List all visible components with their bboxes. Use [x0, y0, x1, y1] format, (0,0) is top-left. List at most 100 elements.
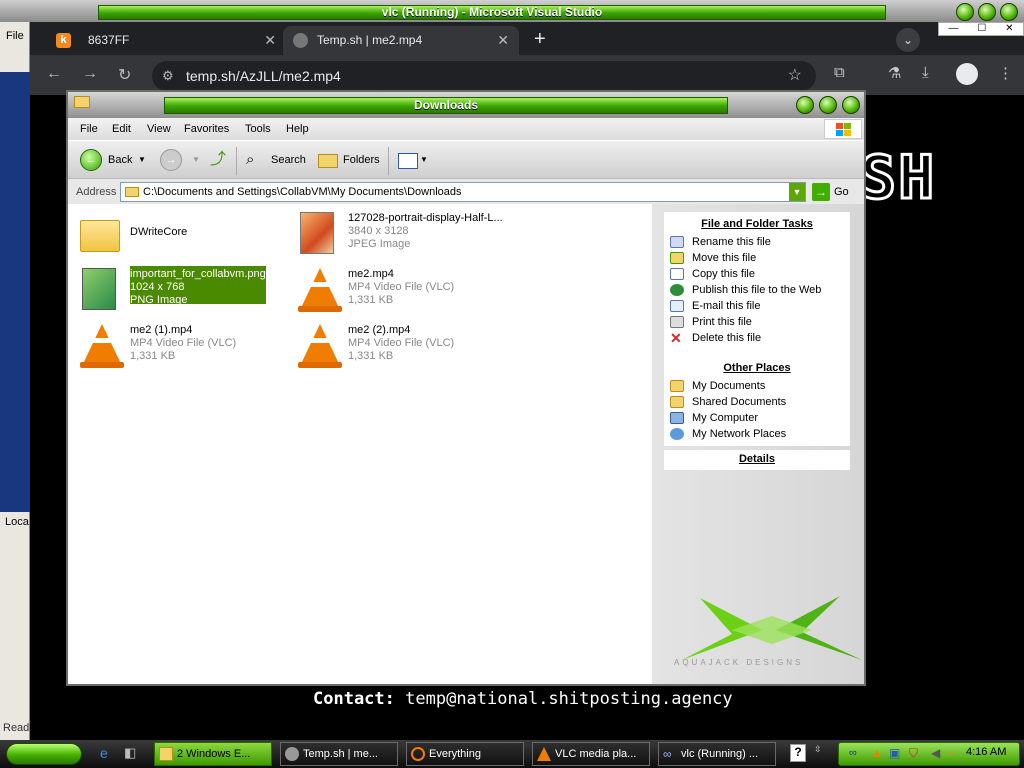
- menu-help[interactable]: Help: [286, 123, 309, 135]
- my-network-places-link[interactable]: My Network Places: [664, 426, 850, 442]
- address-field[interactable]: C:\Documents and Settings\CollabVM\My Do…: [120, 182, 806, 202]
- address-dropdown-icon[interactable]: ▼: [789, 183, 805, 201]
- globe-icon: [670, 284, 684, 296]
- vs-maximize-button[interactable]: [978, 3, 996, 21]
- details-title[interactable]: Details: [664, 450, 850, 465]
- vs-editor-area: [0, 72, 30, 512]
- ie-icon[interactable]: e: [100, 745, 108, 761]
- file-item-me2[interactable]: me2.mp4 MP4 Video File (VLC) 1,331 KB: [288, 264, 498, 314]
- back-dropdown-icon[interactable]: ▼: [138, 150, 146, 170]
- file-item-jpeg[interactable]: 127028-portrait-display-Half-L... 3840 x…: [288, 208, 503, 258]
- taskbar: e ◧ 2 Windows E... Temp.sh | me... Every…: [0, 740, 1024, 768]
- start-button[interactable]: [6, 743, 82, 765]
- security-shield-icon[interactable]: ⛉: [909, 746, 918, 761]
- search-tray-icon[interactable]: ⌕: [949, 746, 956, 761]
- taskbar-vlc[interactable]: VLC media pla...: [532, 742, 650, 766]
- my-computer-link[interactable]: My Computer: [664, 410, 850, 426]
- file-type: MP4 Video File (VLC): [348, 337, 455, 349]
- print-file-link[interactable]: Print this file: [664, 314, 850, 330]
- file-list: DWriteCore 127028-portrait-display-Half-…: [68, 204, 652, 684]
- go-arrow-icon[interactable]: →: [812, 183, 830, 201]
- back-arrow-icon[interactable]: ←: [46, 65, 62, 83]
- extensions-icon[interactable]: ⧉: [834, 64, 845, 81]
- clock[interactable]: 4:16 AM: [966, 746, 1006, 758]
- quicklaunch-icon[interactable]: ◧: [124, 745, 136, 761]
- file-item-me2-1[interactable]: me2 (1).mp4 MP4 Video File (VLC) 1,331 K…: [70, 320, 280, 370]
- vs-close-button[interactable]: [1000, 3, 1018, 21]
- site-info-icon[interactable]: ⚙: [162, 61, 174, 91]
- menu-favorites[interactable]: Favorites: [184, 123, 229, 135]
- taskbar-everything[interactable]: Everything: [406, 742, 524, 766]
- bookmark-star-icon[interactable]: ☆: [788, 61, 802, 91]
- email-file-link[interactable]: E-mail this file: [664, 298, 850, 314]
- profile-avatar[interactable]: [956, 63, 978, 85]
- forward-arrow-icon[interactable]: →: [160, 149, 182, 171]
- menu-view[interactable]: View: [147, 123, 171, 135]
- help-icon[interactable]: ?: [790, 744, 806, 762]
- maximize-icon[interactable]: ☐: [977, 23, 986, 35]
- my-documents-link[interactable]: My Documents: [664, 378, 850, 394]
- copy-file-link[interactable]: Copy this file: [664, 266, 850, 282]
- other-places-title[interactable]: Other Places: [664, 356, 850, 374]
- new-tab-icon[interactable]: +: [534, 26, 546, 52]
- file-name: me2 (2).mp4: [348, 324, 411, 336]
- address-bar[interactable]: ⚙ temp.sh/AzJLL/me2.mp4 ☆: [152, 61, 816, 91]
- close-tab-icon[interactable]: ✕: [264, 26, 276, 55]
- menu-file[interactable]: File: [80, 123, 98, 135]
- vs-minimize-button[interactable]: [956, 3, 974, 21]
- vlc-tray-icon[interactable]: ▲: [871, 746, 883, 760]
- file-type: JPEG Image: [348, 238, 411, 250]
- reload-icon[interactable]: ↻: [118, 65, 131, 85]
- tab-search-chevron-icon[interactable]: ⌄: [896, 28, 920, 52]
- url-text: temp.sh/AzJLL/me2.mp4: [186, 68, 341, 84]
- menu-edit[interactable]: Edit: [112, 123, 131, 135]
- file-type: MP4 Video File (VLC): [348, 281, 455, 293]
- file-name: important_for_collabvm.png: [130, 268, 266, 280]
- file-item-me2-2[interactable]: me2 (2).mp4 MP4 Video File (VLC) 1,331 K…: [288, 320, 498, 370]
- taskbar-visual-studio[interactable]: ∞ vlc (Running) ...: [658, 742, 776, 766]
- forward-arrow-icon[interactable]: →: [82, 65, 98, 83]
- tab-temp-sh[interactable]: Temp.sh | me2.mp4 ✕: [283, 26, 519, 55]
- minimize-icon[interactable]: —: [948, 23, 958, 35]
- taskbar-windows-explorer[interactable]: 2 Windows E...: [154, 742, 272, 766]
- tray-chevron-icon[interactable]: ⇳: [814, 744, 822, 755]
- back-button[interactable]: Back: [108, 150, 132, 170]
- views-grid-icon[interactable]: [398, 153, 418, 169]
- speaker-icon[interactable]: ◀: [931, 746, 940, 760]
- move-file-link[interactable]: Move this file: [664, 250, 850, 266]
- file-item-png-selected[interactable]: important_for_collabvm.png 1024 x 768 PN…: [70, 264, 280, 314]
- magnifier-search-icon[interactable]: ⌕: [246, 150, 254, 170]
- back-arrow-icon[interactable]: ←: [80, 149, 102, 171]
- vs-tray-icon[interactable]: ∞: [849, 747, 857, 759]
- tab-8637ff[interactable]: k 8637FF ✕: [40, 26, 286, 55]
- file-item-dwritecore[interactable]: DWriteCore: [70, 208, 280, 258]
- minimize-button[interactable]: [796, 96, 814, 114]
- network-tray-icon[interactable]: ▣: [889, 746, 900, 760]
- rename-icon: [670, 236, 684, 248]
- up-folder-icon[interactable]: ⤴: [210, 150, 226, 170]
- file-tasks-title[interactable]: File and Folder Tasks: [664, 212, 850, 230]
- maximize-button[interactable]: [819, 96, 837, 114]
- folders-icon[interactable]: [318, 154, 338, 168]
- close-tab-icon[interactable]: ✕: [497, 26, 509, 55]
- go-button[interactable]: Go: [834, 186, 849, 198]
- task-label: Move this file: [692, 252, 757, 264]
- download-icon[interactable]: ⤓: [922, 64, 929, 81]
- close-icon[interactable]: ✕: [1005, 23, 1013, 35]
- publish-web-link[interactable]: Publish this file to the Web: [664, 282, 850, 298]
- delete-file-link[interactable]: ✕ Delete this file: [664, 330, 850, 346]
- shared-documents-link[interactable]: Shared Documents: [664, 394, 850, 410]
- contact-email[interactable]: temp@national.shitposting.agency: [405, 689, 733, 709]
- vs-locals-label: Loca: [5, 516, 29, 528]
- rename-file-link[interactable]: Rename this file: [664, 234, 850, 250]
- search-button[interactable]: Search: [271, 150, 306, 170]
- taskbar-chrome[interactable]: Temp.sh | me...: [280, 742, 398, 766]
- more-menu-icon[interactable]: ⋮: [998, 64, 1013, 82]
- folders-button[interactable]: Folders: [343, 150, 380, 170]
- labs-flask-icon[interactable]: ⚗: [888, 64, 901, 82]
- forward-dropdown-icon[interactable]: ▼: [192, 150, 200, 170]
- close-button[interactable]: [842, 96, 860, 114]
- views-dropdown-icon[interactable]: ▼: [420, 150, 428, 170]
- task-label: Delete this file: [692, 332, 762, 344]
- menu-tools[interactable]: Tools: [245, 123, 271, 135]
